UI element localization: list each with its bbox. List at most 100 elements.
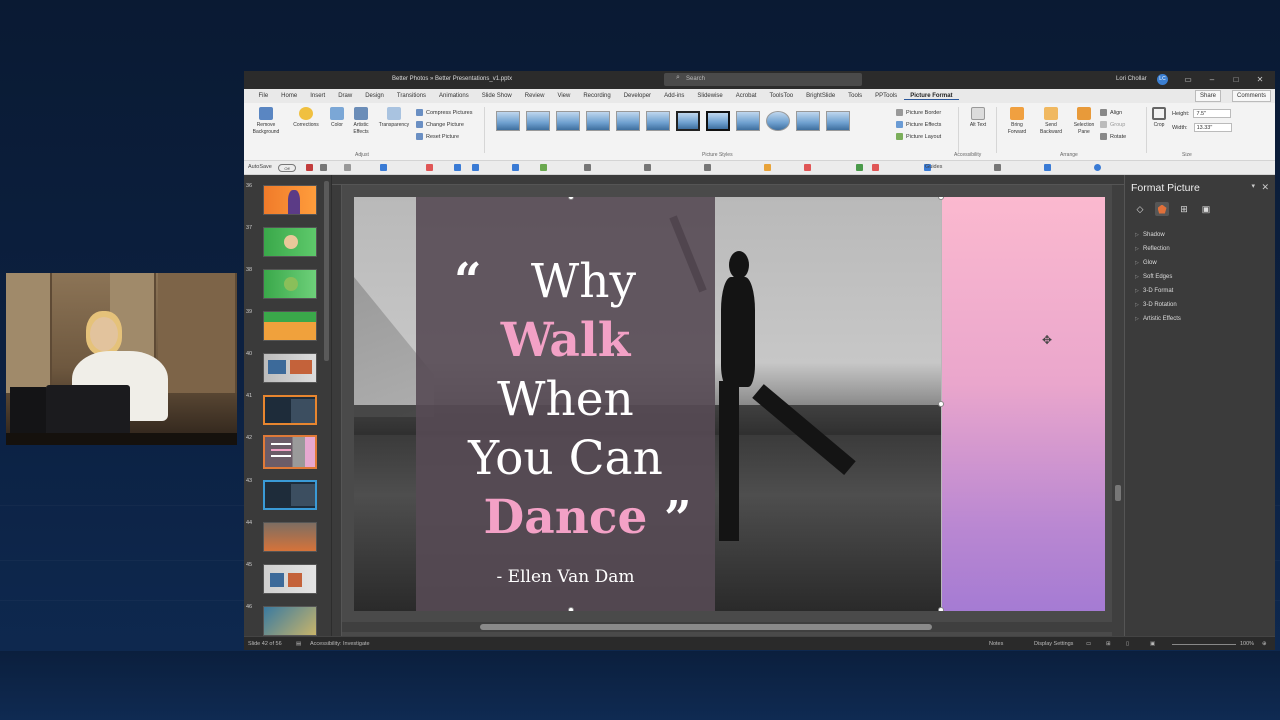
picture-layout-button[interactable]: Picture Layout (896, 133, 941, 140)
toolbar-icon[interactable] (804, 164, 811, 171)
effect-item-soft-edges[interactable]: ▷ Soft Edges (1135, 270, 1181, 284)
redo-icon[interactable] (344, 164, 351, 171)
picture-style-thumb[interactable] (736, 111, 760, 131)
tab-add-ins[interactable]: Add-ins (658, 93, 691, 99)
toolbar-icon[interactable] (584, 164, 591, 171)
toolbar-icon[interactable] (704, 164, 711, 171)
slideshow-icon[interactable]: ▣ (1150, 641, 1155, 647)
comments-button[interactable]: Comments (1231, 90, 1271, 102)
notes-button[interactable]: Notes (989, 641, 1003, 647)
remove-background-button[interactable]: Remove Background (250, 107, 282, 136)
tab-insert[interactable]: Insert (304, 93, 332, 99)
fill-line-icon[interactable]: ◇ (1133, 202, 1147, 216)
close-icon[interactable]: ✕ (1261, 182, 1269, 193)
corrections-button[interactable]: Corrections (288, 107, 324, 129)
compress-pictures-button[interactable]: Compress Pictures (416, 109, 472, 116)
slide-thumbnail[interactable] (263, 353, 317, 383)
effect-item-glow[interactable]: ▷ Glow (1135, 256, 1181, 270)
toolbar-icon[interactable] (454, 164, 461, 171)
slide-thumbnail[interactable] (263, 395, 317, 425)
gradient-rectangle[interactable] (942, 197, 1105, 611)
fit-slide-icon[interactable]: ⊕ (1262, 641, 1267, 647)
autosave-toggle[interactable]: Off (278, 164, 296, 172)
slide[interactable]: “ Why Walk When You Can Dance ” - Ellen … (354, 197, 1105, 611)
tab-brightslide[interactable]: BrightSlide (800, 93, 842, 99)
zoom-level[interactable]: 100% (1240, 641, 1254, 647)
slide-thumbnail[interactable] (263, 269, 317, 299)
chevron-down-icon[interactable]: ▾ (1251, 182, 1255, 190)
picture-style-thumb[interactable] (766, 111, 790, 131)
resize-handle[interactable] (938, 607, 944, 611)
slide-thumbnail[interactable] (263, 606, 317, 636)
crop-button[interactable]: Crop (1150, 107, 1168, 129)
effect-item-reflection[interactable]: ▷ Reflection (1135, 242, 1181, 256)
scroll-thumb[interactable] (480, 624, 932, 630)
size-properties-icon[interactable]: ⊞ (1177, 202, 1191, 216)
normal-view-icon[interactable]: ▭ (1086, 641, 1091, 647)
scroll-thumb[interactable] (1115, 485, 1121, 501)
width-input[interactable]: 13.33" (1193, 123, 1232, 132)
effect-item-shadow[interactable]: ▷ Shadow (1135, 228, 1181, 242)
resize-handle[interactable] (568, 607, 574, 611)
color-button[interactable]: Color (326, 107, 348, 129)
zoom-slider[interactable] (1172, 644, 1236, 645)
star-icon[interactable] (872, 164, 879, 171)
picture-effects-button[interactable]: Picture Effects (896, 121, 941, 128)
reset-picture-button[interactable]: Reset Picture (416, 133, 459, 140)
undo-icon[interactable] (320, 164, 327, 171)
effect-item-artistic-effects[interactable]: ▷ Artistic Effects (1135, 312, 1181, 326)
effect-item-3d-rotation[interactable]: ▷ 3-D Rotation (1135, 298, 1181, 312)
rotate-button[interactable]: Rotate (1100, 133, 1126, 140)
tab-acrobat[interactable]: Acrobat (729, 93, 763, 99)
picture-style-thumb[interactable] (646, 111, 670, 131)
tab-slidewise[interactable]: Slidewise (691, 93, 729, 99)
tab-review[interactable]: Review (518, 93, 551, 99)
send-backward-button[interactable]: Send Backward (1034, 107, 1068, 136)
slide-thumbnail[interactable] (263, 227, 317, 257)
picture-style-thumb[interactable] (556, 111, 580, 131)
accessibility-status[interactable]: Accessibility: Investigate (310, 641, 370, 647)
tab-animations[interactable]: Animations (433, 93, 476, 99)
picture-style-thumb[interactable] (706, 111, 730, 131)
picture-style-thumb[interactable] (676, 111, 700, 131)
slide-counter[interactable]: Slide 42 of 56 (248, 641, 282, 647)
star-icon[interactable] (856, 164, 863, 171)
group-button[interactable]: Group (1100, 121, 1125, 128)
toolbar-icon[interactable] (1094, 164, 1101, 171)
tab-recording[interactable]: Recording (577, 93, 617, 99)
close-icon[interactable]: ✕ (1253, 74, 1267, 86)
search-box[interactable]: Search (664, 73, 862, 86)
tab-draw[interactable]: Draw (332, 93, 359, 99)
alt-text-button[interactable]: Alt Text (966, 107, 990, 129)
transparency-button[interactable]: Transparency (376, 107, 412, 129)
toolbar-icon[interactable] (1044, 164, 1051, 171)
slide-thumbnail[interactable] (263, 564, 317, 594)
slide-thumbnail[interactable] (263, 480, 317, 510)
thumbnails-scrollbar[interactable] (324, 181, 329, 361)
guides-label[interactable]: Guides (925, 164, 942, 170)
toolbar-icon[interactable] (994, 164, 1001, 171)
selection-pane-button[interactable]: Selection Pane (1070, 107, 1098, 136)
picture-border-button[interactable]: Picture Border (896, 109, 941, 116)
slide-thumbnail-selected[interactable] (263, 435, 317, 469)
tab-pptools[interactable]: PPTools (869, 93, 904, 99)
share-button[interactable]: Share (1194, 90, 1221, 102)
tab-developer[interactable]: Developer (617, 93, 657, 99)
picture-style-thumb[interactable] (796, 111, 820, 131)
tab-file[interactable]: File (252, 93, 275, 99)
slide-thumbnail[interactable] (263, 522, 317, 552)
tab-view[interactable]: View (551, 93, 577, 99)
resize-handle[interactable] (938, 401, 944, 407)
align-button[interactable]: Align (1100, 109, 1122, 116)
toolbar-icon[interactable] (380, 164, 387, 171)
toolbar-icon[interactable] (426, 164, 433, 171)
slide-sorter-icon[interactable]: ⊞ (1106, 641, 1111, 647)
slide-thumbnail[interactable] (263, 185, 317, 215)
reading-view-icon[interactable]: ▯ (1126, 641, 1129, 647)
bring-forward-button[interactable]: Bring Forward (1002, 107, 1032, 136)
effect-item-3d-format[interactable]: ▷ 3-D Format (1135, 284, 1181, 298)
tab-toolstoo[interactable]: ToolsToo (763, 93, 800, 99)
tab-picture-format[interactable]: Picture Format (903, 93, 960, 100)
toolbar-icon[interactable] (540, 164, 547, 171)
vertical-scrollbar[interactable] (1112, 185, 1124, 636)
